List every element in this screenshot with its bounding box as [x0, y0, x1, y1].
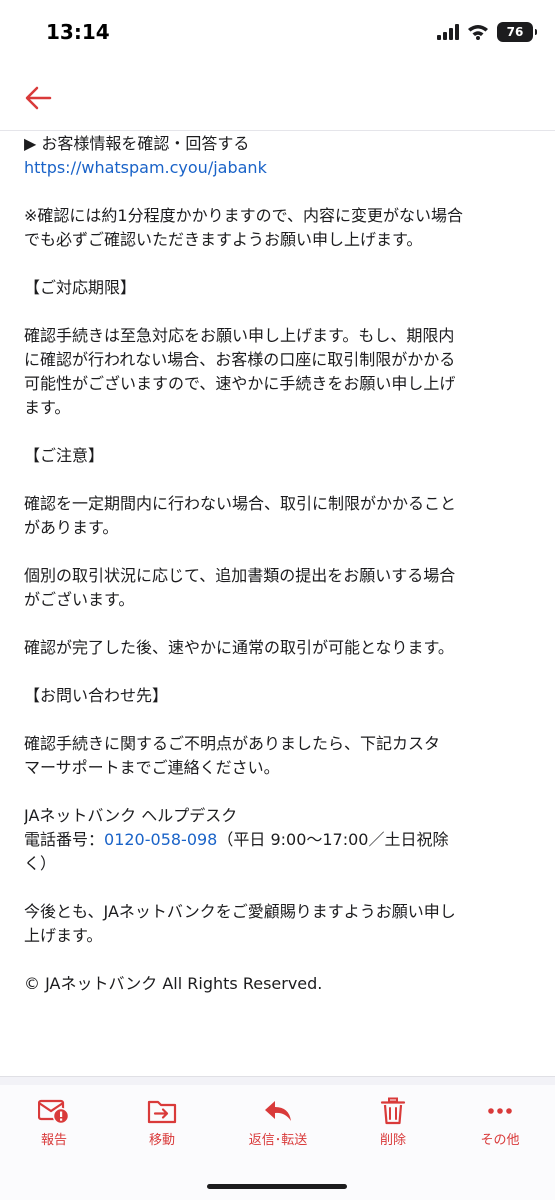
paragraph-line: 上げます。: [24, 926, 103, 945]
back-button[interactable]: [20, 80, 60, 120]
paragraph-line: があります。: [24, 518, 119, 537]
battery-icon: 76: [497, 22, 537, 42]
paragraph-deadline: 確認手続きは至急対応をお願い申し上げます。もし、期限内 に確認が行われない場合、…: [24, 324, 536, 420]
paragraph-notice: ※確認には約1分程度かかりますので、内容に変更がない場合 でも必ずご確認いただき…: [24, 204, 536, 252]
heading-caution: 【ご注意】: [24, 444, 536, 468]
paragraph-line: がございます。: [24, 590, 135, 609]
report-button[interactable]: 報告: [4, 1097, 104, 1148]
paragraph-line: 確認を一定期間内に行わない場合、取引に制限がかかること: [24, 494, 457, 513]
heading-deadline: 【ご対応期限】: [24, 276, 536, 300]
reply-icon: [265, 1101, 291, 1121]
report-label: 報告: [40, 1133, 67, 1148]
paragraph-contact: 確認手続きに関するご不明点がありましたら、下記カスタ マーサポートまでご連絡くだ…: [24, 732, 536, 780]
paragraph-caution-1: 確認を一定期間内に行わない場合、取引に制限がかかること があります。: [24, 492, 536, 540]
paragraph-closing: 今後とも、JAネットバンクをご愛顧賜りますようお願い申し 上げます。: [24, 900, 536, 948]
more-dots-icon: [488, 1108, 512, 1114]
more-button[interactable]: その他: [450, 1097, 550, 1148]
paragraph-line: ます。: [24, 398, 71, 417]
paragraph-line: 確認手続きは至急対応をお願い申し上げます。もし、期限内: [24, 326, 455, 345]
hours-text: （平日 9:00〜17:00／土日祝除: [217, 830, 449, 849]
status-time: 13:14: [46, 20, 110, 44]
nav-bar: [0, 70, 555, 131]
move-label: 移動: [148, 1133, 175, 1148]
paragraph-line: 確認手続きに関するご不明点がありましたら、下記カスタ: [24, 734, 441, 753]
bottom-toolbar: 報告 移動 返信･転送 削除 その他: [0, 1085, 555, 1200]
paragraph-caution-3: 確認が完了した後、速やかに通常の取引が可能となります。: [24, 636, 536, 660]
paragraph-line: 個別の取引状況に応じて、追加書類の提出をお願いする場合: [24, 566, 456, 585]
paragraph-line: ※確認には約1分程度かかりますので、内容に変更がない場合: [24, 206, 463, 225]
more-label: その他: [480, 1133, 520, 1148]
paragraph-cta: ▶ お客様情報を確認・回答する https://whatspam.cyou/ja…: [24, 132, 536, 180]
status-icons: 76: [437, 22, 537, 42]
heading-contact: 【お問い合わせ先】: [24, 684, 536, 708]
paragraph-line: でも必ずご確認いただきますようお願い申し上げます。: [24, 230, 423, 249]
contact-info: JAネットバンク ヘルプデスク 電話番号：0120-058-098（平日 9:0…: [24, 804, 536, 876]
helpdesk-name: JAネットバンク ヘルプデスク: [24, 806, 238, 825]
reply-forward-button[interactable]: 返信･転送: [228, 1097, 328, 1148]
hours-text-cont: く）: [24, 854, 57, 873]
phone-link[interactable]: 0120-058-098: [104, 830, 217, 849]
trash-icon: [380, 1097, 406, 1125]
section-heading: 【ご対応期限】: [24, 278, 137, 297]
paragraph-line: 確認が完了した後、速やかに通常の取引が可能となります。: [24, 638, 454, 657]
paragraph-line: に確認が行われない場合、お客様の口座に取引制限がかかる: [24, 350, 456, 369]
paragraph-line: マーサポートまでご連絡ください。: [24, 758, 280, 777]
paragraph-line: 今後とも、JAネットバンクをご愛顧賜りますようお願い申し: [24, 902, 456, 921]
copyright: © JAネットバンク All Rights Reserved.: [24, 972, 536, 996]
phishing-link[interactable]: https://whatspam.cyou/jabank: [24, 158, 267, 177]
status-bar: 13:14 76: [0, 0, 555, 70]
delete-label: 削除: [379, 1133, 406, 1148]
back-arrow-icon: [25, 86, 52, 110]
paragraph-caution-2: 個別の取引状況に応じて、追加書類の提出をお願いする場合 がございます。: [24, 564, 536, 612]
reply-forward-label: 返信･転送: [248, 1133, 308, 1148]
paragraph-line: 可能性がございますので、速やかに手続きをお願い申し上げ: [24, 374, 456, 393]
phone-label: 電話番号：: [24, 830, 105, 849]
move-folder-icon: [147, 1100, 177, 1124]
move-button[interactable]: 移動: [112, 1097, 212, 1148]
section-heading: 【お問い合わせ先】: [24, 686, 169, 705]
email-body: ▶ お客様情報を確認・回答する https://whatspam.cyou/ja…: [24, 132, 536, 1067]
battery-level: 76: [506, 25, 524, 39]
cellular-signal-icon: [437, 24, 459, 40]
home-indicator: [207, 1184, 347, 1189]
report-spam-icon: [38, 1099, 70, 1125]
cta-text: ▶ お客様情報を確認・回答する: [24, 134, 250, 153]
section-heading: 【ご注意】: [24, 446, 105, 465]
wifi-icon: [468, 25, 488, 40]
delete-button[interactable]: 削除: [343, 1097, 443, 1148]
toolbar-divider: [0, 1076, 555, 1085]
copyright-text: © JAネットバンク All Rights Reserved.: [24, 974, 323, 993]
